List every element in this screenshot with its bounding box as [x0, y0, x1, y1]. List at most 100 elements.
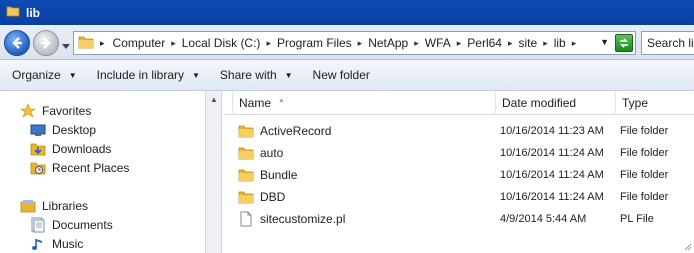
file-name: Bundle [260, 168, 298, 182]
window-title: lib [26, 5, 40, 20]
title-bar: lib [0, 0, 694, 25]
music-icon [30, 236, 46, 252]
breadcrumb-label: Program Files [276, 36, 352, 50]
file-icon [238, 211, 254, 227]
back-arrow-icon [12, 37, 22, 49]
organize-label: Organize [12, 68, 61, 82]
nav-item-music[interactable]: Music [30, 236, 83, 252]
column-header-date-modified[interactable]: Date modified [496, 91, 616, 115]
libraries-icon [20, 198, 36, 214]
breadcrumb-item[interactable]: Computer ▸ [113, 36, 176, 50]
navigation-scrollbar[interactable]: ▲ [205, 91, 222, 253]
file-name: sitecustomize.pl [260, 212, 346, 226]
navigation-pane: Favorites Desktop Downloads Recent Place… [0, 91, 205, 253]
file-name: ActiveRecord [260, 124, 332, 138]
column-header-name[interactable]: Name ▲ [232, 91, 496, 115]
file-date: 4/9/2014 5:44 AM [500, 213, 587, 225]
star-icon [20, 103, 36, 119]
table-row[interactable]: DBD 10/16/2014 11:24 AM File folder [238, 186, 694, 208]
breadcrumb-label: Local Disk (C:) [181, 36, 261, 50]
breadcrumb-item[interactable]: WFA ▸ [425, 36, 462, 50]
file-name: DBD [260, 190, 286, 204]
scroll-up-arrow-icon[interactable]: ▲ [207, 92, 221, 106]
nav-item-label: Downloads [52, 142, 112, 156]
file-type: File folder [620, 169, 669, 181]
new-folder-label: New folder [312, 68, 370, 82]
file-type: File folder [620, 147, 669, 159]
breadcrumb-chevron-icon[interactable]: ▸ [171, 38, 176, 49]
forward-button[interactable] [33, 30, 59, 56]
folder-icon [238, 167, 254, 183]
chevron-down-icon: ▼ [284, 70, 293, 80]
table-row[interactable]: auto 10/16/2014 11:24 AM File folder [238, 142, 694, 164]
nav-item-desktop[interactable]: Desktop [30, 122, 96, 138]
column-header-row: Name ▲ Date modified Type [224, 91, 694, 115]
breadcrumb-label: Perl64 [467, 36, 502, 50]
address-dropdown-icon[interactable]: ▼ [600, 37, 609, 47]
breadcrumb-chevron-icon[interactable]: ▸ [457, 38, 462, 49]
file-type: PL File [620, 213, 654, 225]
breadcrumb-label: NetApp [368, 36, 409, 50]
search-input[interactable]: Search lib [641, 31, 694, 55]
nav-item-documents[interactable]: Documents [30, 217, 113, 233]
breadcrumb-item[interactable]: site ▸ [519, 36, 548, 50]
address-bar[interactable]: ▸ Computer ▸ Local Disk (C:) ▸ Program Files… [73, 31, 636, 55]
nav-libraries[interactable]: Libraries [20, 198, 88, 214]
breadcrumb-item[interactable]: Perl64 ▸ [467, 36, 512, 50]
breadcrumb-item[interactable]: Local Disk (C:) ▸ [182, 36, 271, 50]
resize-grip-icon[interactable] [682, 241, 692, 251]
breadcrumb-chevron-icon[interactable]: ▸ [414, 38, 419, 49]
desktop-icon [30, 122, 46, 138]
nav-item-label: Music [52, 237, 84, 251]
nav-item-recent-places[interactable]: Recent Places [30, 160, 129, 176]
breadcrumb: Computer ▸ Local Disk (C:) ▸ Program Files ▸ N… [113, 36, 583, 50]
folder-icon [238, 123, 254, 139]
include-in-library-label: Include in library [96, 68, 184, 82]
folder-icon [238, 145, 254, 161]
breadcrumb-chevron-icon[interactable]: ▸ [508, 38, 513, 49]
refresh-icon [620, 38, 628, 48]
nav-item-downloads[interactable]: Downloads [30, 141, 111, 157]
file-date: 10/16/2014 11:24 AM [500, 169, 604, 181]
file-name: auto [260, 146, 284, 160]
new-folder-button[interactable]: New folder [313, 68, 370, 82]
recent-places-icon [30, 160, 46, 176]
back-button[interactable] [4, 30, 30, 56]
nav-favorites[interactable]: Favorites [20, 103, 91, 119]
breadcrumb-item[interactable]: Program Files ▸ [277, 36, 362, 50]
share-with-button[interactable]: Share with ▼ [220, 68, 293, 82]
breadcrumb-label: lib [553, 36, 566, 50]
include-in-library-button[interactable]: Include in library ▼ [97, 68, 200, 82]
address-row: ▸ Computer ▸ Local Disk (C:) ▸ Program Files… [0, 25, 694, 60]
column-header-type-label: Type [622, 96, 649, 110]
share-with-label: Share with [219, 68, 277, 82]
breadcrumb-label: site [518, 36, 538, 50]
breadcrumb-label: Computer [112, 36, 166, 50]
column-header-date-label: Date modified [502, 96, 577, 110]
table-row[interactable]: Bundle 10/16/2014 11:24 AM File folder [238, 164, 694, 186]
folder-icon [78, 34, 94, 53]
recent-pages-chevron-icon[interactable] [62, 39, 70, 53]
breadcrumb-item[interactable]: lib ▸ [554, 36, 577, 50]
file-date: 10/16/2014 11:24 AM [500, 147, 604, 159]
breadcrumb-chevron-icon[interactable]: ▸ [266, 38, 271, 49]
column-header-type[interactable]: Type [616, 91, 694, 115]
breadcrumb-chevron-icon[interactable]: ▸ [543, 38, 548, 49]
nav-libraries-label: Libraries [42, 199, 89, 213]
breadcrumb-item[interactable]: NetApp ▸ [368, 36, 419, 50]
table-row[interactable]: sitecustomize.pl 4/9/2014 5:44 AM PL Fil… [238, 208, 694, 230]
breadcrumb-label: WFA [424, 36, 451, 50]
refresh-button[interactable] [615, 34, 633, 52]
file-list: Name ▲ Date modified Type ActiveRecord 1… [224, 91, 694, 253]
column-header-name-label: Name [239, 96, 272, 110]
organize-button[interactable]: Organize ▼ [12, 68, 77, 82]
documents-icon [30, 217, 46, 233]
chevron-down-icon: ▼ [192, 70, 200, 80]
file-type: File folder [620, 191, 669, 203]
breadcrumb-chevron-icon[interactable]: ▸ [100, 38, 105, 49]
breadcrumb-chevron-icon[interactable]: ▸ [572, 38, 577, 49]
chevron-down-icon: ▼ [68, 70, 77, 80]
table-row[interactable]: ActiveRecord 10/16/2014 11:23 AM File fo… [238, 120, 694, 142]
command-bar: Organize ▼ Include in library ▼ Share wi… [0, 60, 694, 91]
breadcrumb-chevron-icon[interactable]: ▸ [358, 38, 363, 49]
